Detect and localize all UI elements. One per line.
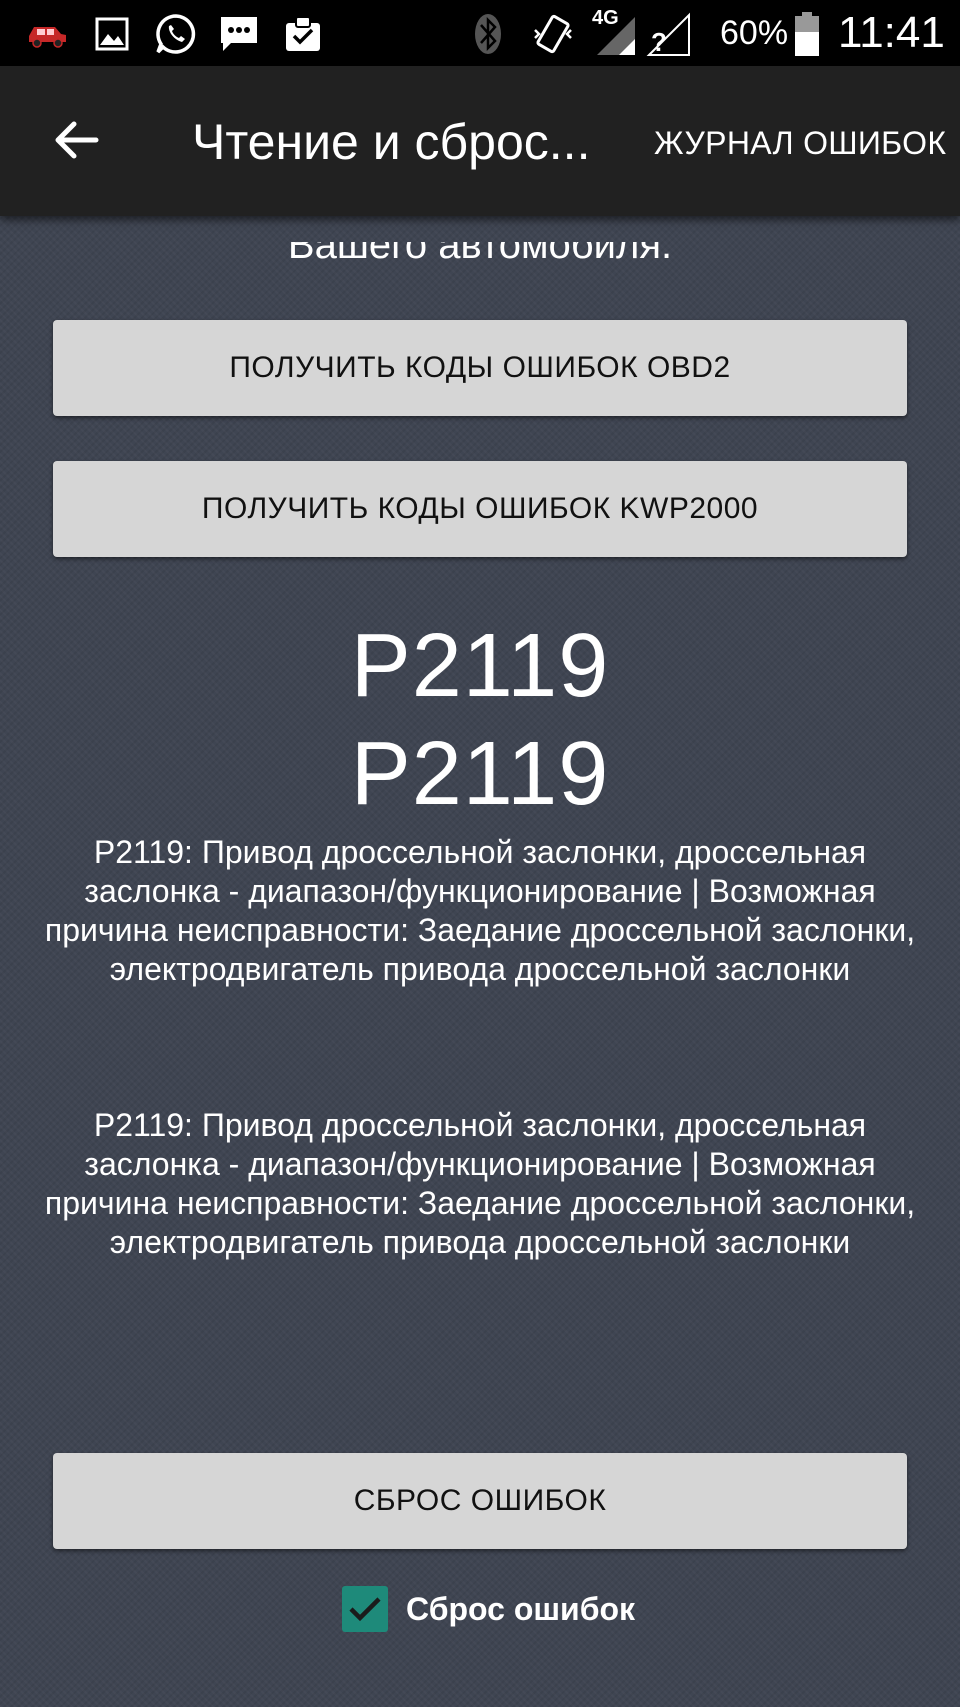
reset-errors-checkbox-row[interactable]: Сброс ошибок (342, 1584, 635, 1634)
reset-errors-button[interactable]: СБРОС ОШИБОК (53, 1453, 907, 1549)
get-obd2-codes-button[interactable]: ПОЛУЧИТЬ КОДЫ ОШИБОК OBD2 (53, 320, 907, 416)
error-code: P2119 (350, 616, 610, 716)
image-icon (92, 12, 132, 56)
reset-errors-checkbox[interactable] (342, 1586, 388, 1632)
error-code: P2119 (350, 724, 610, 824)
intro-text: Вашего автомобиля. (287, 242, 673, 267)
battery-percent: 60% (720, 14, 789, 52)
vibrate-icon (530, 12, 576, 56)
network-type: 4G (592, 7, 619, 29)
reset-errors-checkbox-label: Сброс ошибок (406, 1590, 636, 1627)
arrow-back-icon (55, 121, 99, 159)
checkmark-icon (349, 1597, 381, 1622)
content-area[interactable]: Вашего автомобиля. ПОЛУЧИТЬ КОДЫ ОШИБОК … (0, 216, 960, 1707)
error-log-button[interactable]: ЖУРНАЛ ОШИБОК (654, 118, 946, 168)
status-bar: 4G ? 60% 11:41 (0, 0, 960, 66)
svg-text:?: ? (651, 27, 667, 57)
no-sim-icon: ? (644, 12, 692, 57)
error-description: P2119: Привод дроссельной заслонки, дрос… (44, 1107, 916, 1260)
bluetooth-icon (472, 12, 504, 56)
whatsapp-icon (152, 12, 200, 56)
car-icon (24, 12, 70, 56)
battery-icon (792, 12, 822, 56)
app-bar: Чтение и сброс... ЖУРНАЛ ОШИБОК (0, 66, 960, 216)
sms-icon (216, 12, 262, 56)
clipboard-check-icon (280, 12, 326, 56)
back-button[interactable] (40, 104, 112, 176)
error-description: P2119: Привод дроссельной заслонки, дрос… (44, 834, 916, 987)
page-title: Чтение и сброс... (192, 114, 591, 170)
get-kwp2000-codes-button[interactable]: ПОЛУЧИТЬ КОДЫ ОШИБОК KWP2000 (53, 461, 907, 557)
clock: 11:41 (838, 8, 945, 57)
